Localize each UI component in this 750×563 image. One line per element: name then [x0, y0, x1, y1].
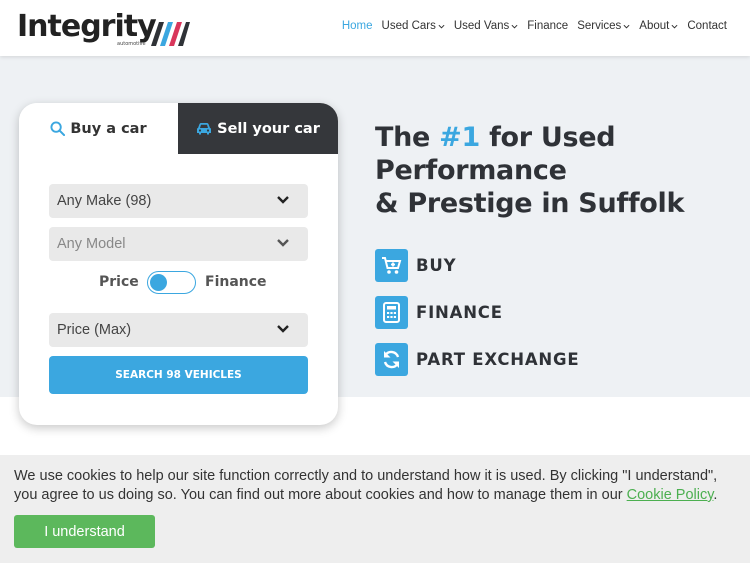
search-icon	[50, 121, 66, 136]
headline-line-2: Performance	[375, 155, 567, 186]
nav-home-label: Home	[341, 20, 373, 32]
logo-stripes-icon	[151, 22, 190, 46]
headline-text: The	[375, 122, 440, 153]
cookie-policy-link[interactable]: Cookie Policy	[627, 487, 714, 503]
nav-used-vans-label: Used Vans	[453, 20, 510, 32]
feature-finance[interactable]: FINANCE	[375, 296, 503, 329]
cart-icon	[375, 249, 408, 282]
toggle-finance-label[interactable]: Finance	[205, 274, 267, 290]
nav-about-label: About	[639, 20, 670, 32]
chevron-down-icon	[671, 24, 678, 29]
headline-line-1: The #1 for Used	[375, 121, 735, 154]
feature-part-exchange[interactable]: PART EXCHANGE	[375, 343, 579, 376]
price-finance-toggle[interactable]	[147, 271, 196, 294]
nav-about[interactable]: About	[639, 20, 678, 32]
nav-contact-label: Contact	[687, 20, 727, 32]
hero-headline: The #1 for Used Performance & Prestige i…	[375, 121, 735, 220]
toggle-price-label[interactable]: Price	[99, 274, 139, 290]
calculator-icon	[375, 296, 408, 329]
cookie-text: We use cookies to help our site function…	[14, 468, 718, 503]
vehicle-search-card: Buy a car Sell your car Any Make (98) An…	[19, 103, 338, 425]
chevron-down-icon	[277, 325, 289, 333]
cookie-banner: We use cookies to help our site function…	[0, 455, 750, 563]
price-finance-toggle-row: Price Finance	[19, 271, 338, 295]
nav-used-vans[interactable]: Used Vans	[454, 20, 518, 32]
price-max-select[interactable]: Price (Max)	[49, 313, 308, 347]
make-select-value: Any Make (98)	[57, 193, 152, 209]
tab-sell-your-car[interactable]: Sell your car	[178, 103, 338, 154]
feature-buy-label: BUY	[416, 256, 457, 275]
main-nav: Home Used Cars Used Vans Finance Service…	[342, 20, 727, 32]
nav-contact[interactable]: Contact	[687, 20, 727, 32]
feature-finance-label: FINANCE	[416, 303, 503, 322]
chevron-down-icon	[623, 24, 630, 29]
logo-tagline: automotive	[117, 41, 146, 47]
nav-home[interactable]: Home	[342, 20, 373, 32]
make-select[interactable]: Any Make (98)	[49, 184, 308, 218]
headline-line-3: & Prestige in Suffolk	[375, 188, 685, 219]
chevron-down-icon	[277, 196, 289, 204]
price-max-value: Price (Max)	[57, 322, 132, 338]
nav-used-cars[interactable]: Used Cars	[382, 20, 445, 32]
feature-part-exchange-label: PART EXCHANGE	[416, 350, 580, 369]
search-vehicles-button[interactable]: SEARCH 98 VEHICLES	[49, 356, 308, 394]
cookie-accept-button[interactable]: I understand	[14, 515, 155, 548]
chevron-down-icon	[511, 24, 518, 29]
feature-buy[interactable]: BUY	[375, 249, 456, 282]
toggle-knob	[150, 274, 167, 291]
headline-accent: #1	[439, 122, 480, 153]
nav-finance-label: Finance	[527, 20, 569, 32]
nav-used-cars-label: Used Cars	[381, 20, 436, 32]
nav-services-label: Services	[577, 20, 622, 32]
cookie-message: We use cookies to help our site function…	[14, 467, 739, 505]
model-select[interactable]: Any Model	[49, 227, 308, 261]
tab-buy-label: Buy a car	[70, 120, 147, 137]
cookie-suffix: .	[713, 487, 718, 503]
car-icon	[197, 123, 212, 135]
tab-buy-a-car[interactable]: Buy a car	[19, 103, 178, 154]
chevron-down-icon	[438, 24, 445, 29]
nav-finance[interactable]: Finance	[527, 20, 568, 32]
nav-services[interactable]: Services	[577, 20, 630, 32]
logo[interactable]: Integrity automotive	[17, 8, 190, 48]
sync-icon	[375, 343, 408, 376]
model-select-value: Any Model	[57, 236, 126, 252]
site-header: Integrity automotive Home Used Cars Used…	[0, 0, 750, 56]
chevron-down-icon	[277, 239, 289, 247]
tab-sell-label: Sell your car	[217, 120, 320, 137]
headline-text: for Used	[479, 122, 616, 153]
